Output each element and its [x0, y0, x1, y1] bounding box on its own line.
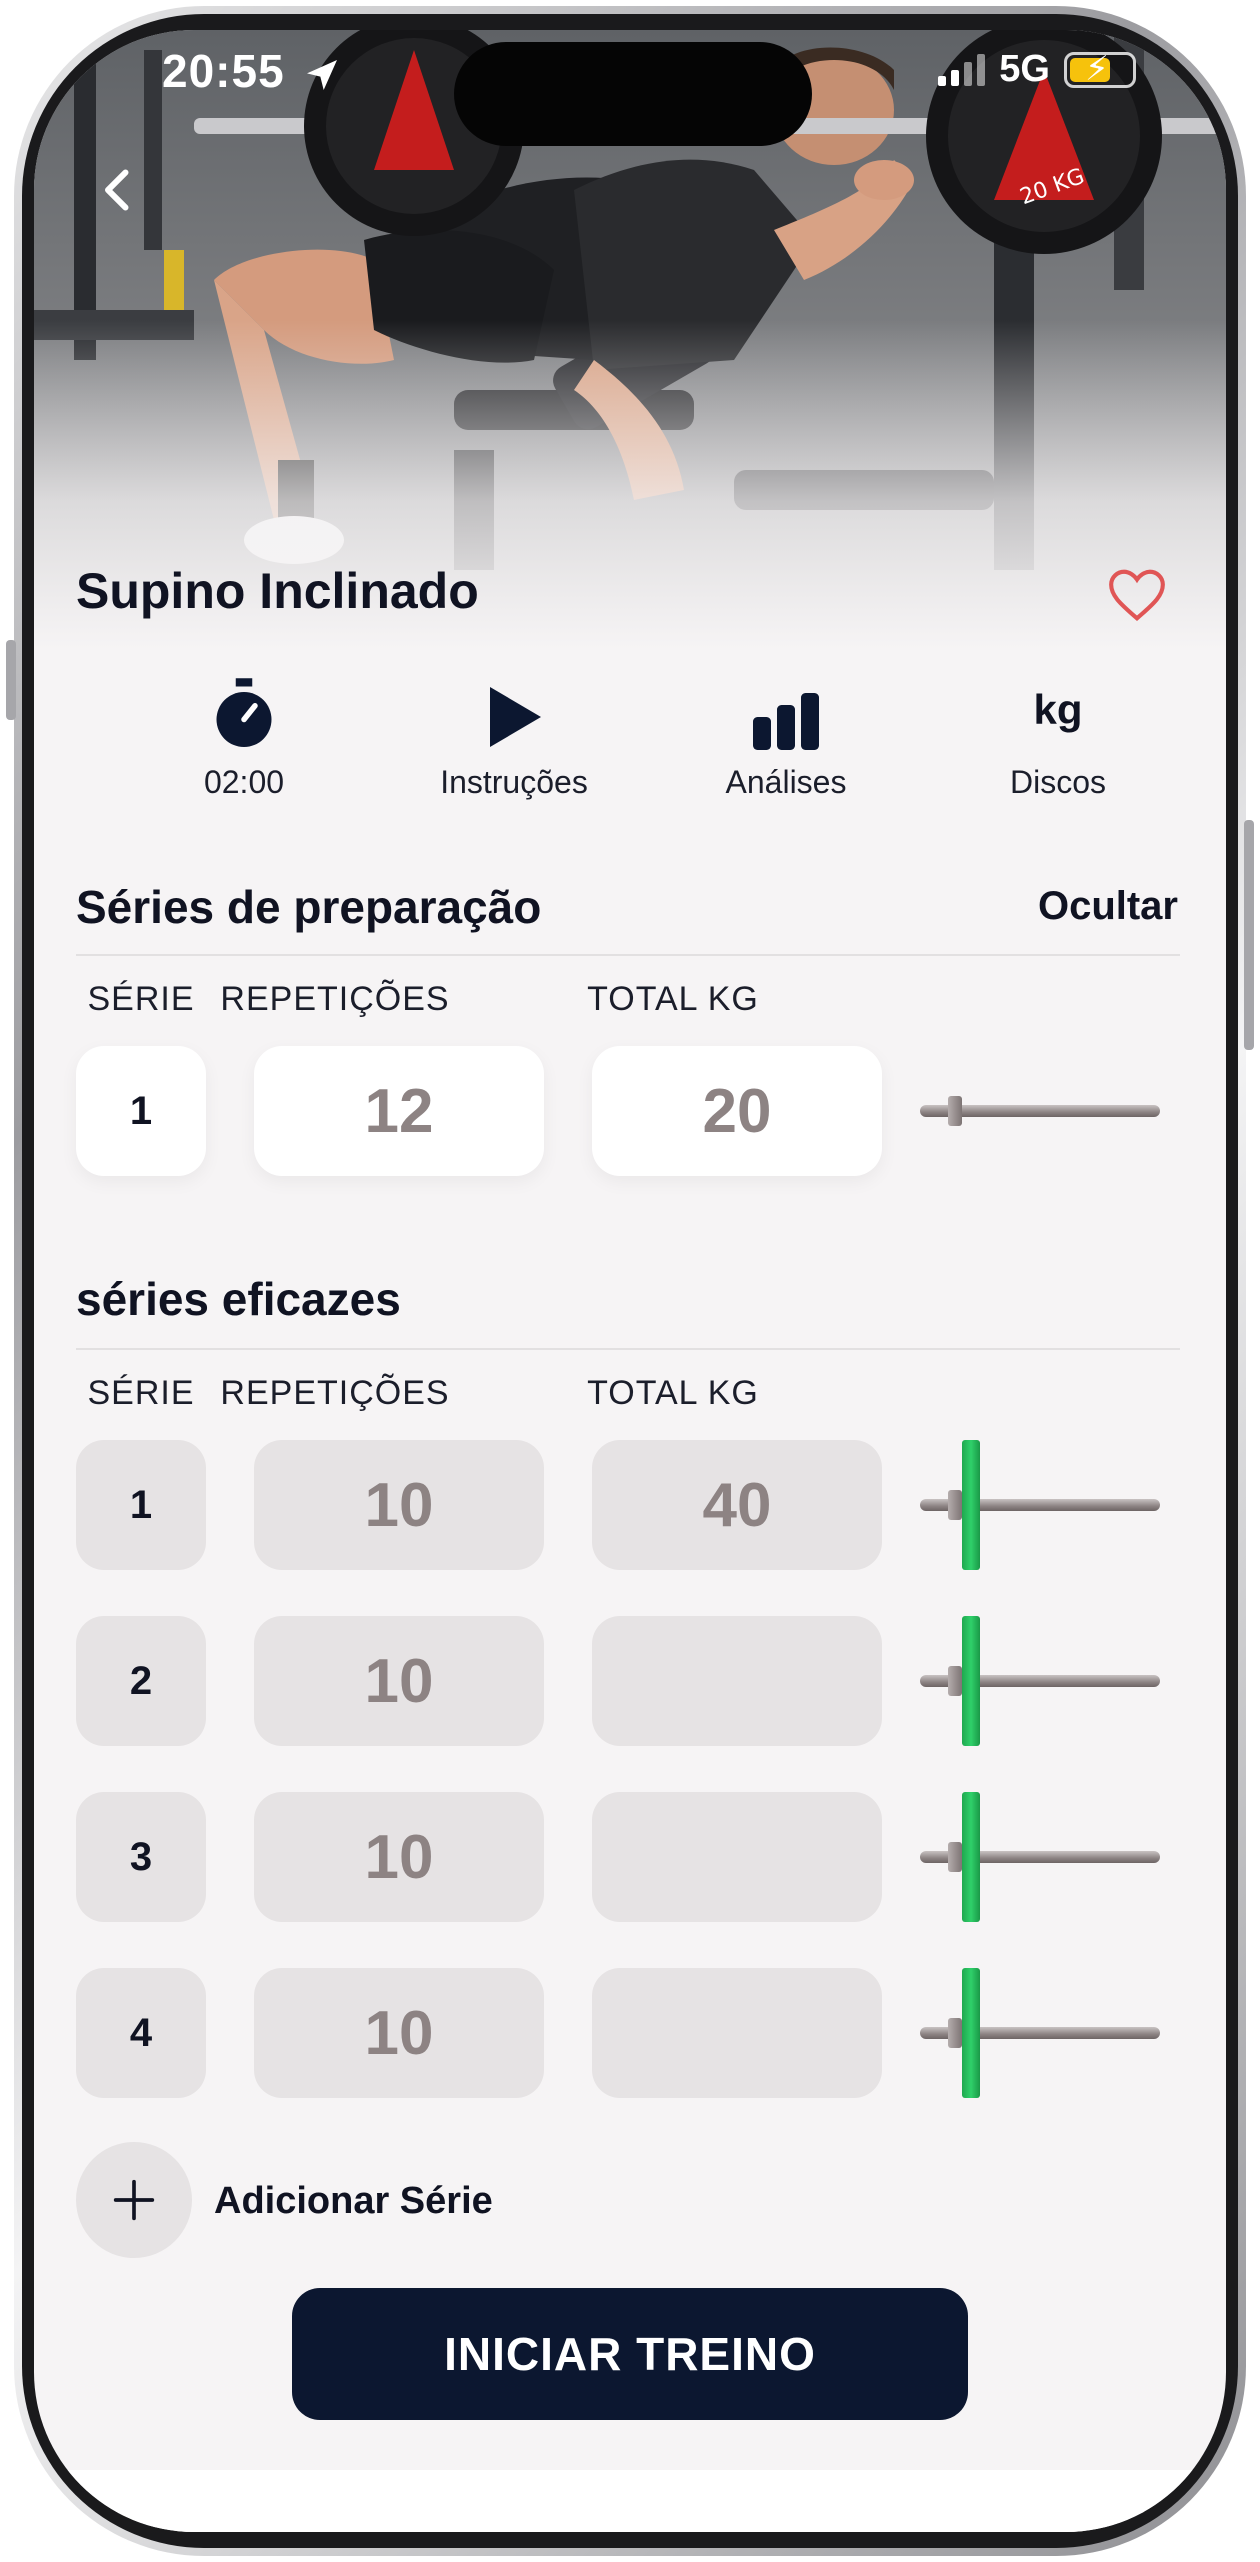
reps-field[interactable]: 10	[254, 1792, 544, 1922]
reps-field[interactable]: 10	[254, 1616, 544, 1746]
effective-divider	[76, 1348, 1180, 1350]
reps-field[interactable]: 10	[254, 1968, 544, 2098]
status-indicators: 5G ⚡	[938, 48, 1136, 91]
barbell-plate	[962, 1616, 980, 1746]
favorite-button[interactable]	[1106, 566, 1168, 624]
warmup-section-title: Séries de preparação	[76, 881, 542, 933]
rest-timer-button[interactable]: 02:00	[134, 670, 354, 801]
barbell-plate	[962, 1792, 980, 1922]
instructions-button[interactable]: Instruções	[404, 670, 624, 801]
app-screen: 20 KG 20:55 5G ⚡ Supino Inclinado 02:00 …	[34, 30, 1226, 2532]
plus-icon	[113, 2179, 155, 2221]
heart-icon	[1109, 569, 1165, 621]
barbell-collar	[948, 1096, 962, 1126]
side-button-right	[1244, 820, 1254, 1050]
plates-button[interactable]: kg Discos	[948, 670, 1168, 801]
barbell-collar	[948, 1666, 962, 1696]
play-icon	[490, 687, 541, 747]
instructions-label: Instruções	[440, 764, 588, 800]
add-set-label[interactable]: Adicionar Série	[214, 2180, 493, 2223]
chevron-left-icon	[105, 169, 129, 211]
warmup-barbell-preview	[920, 1046, 1160, 1176]
analytics-button[interactable]: Análises	[676, 670, 896, 801]
total-kg-field[interactable]	[592, 1616, 882, 1746]
set-number[interactable]: 4	[76, 1968, 206, 2098]
barbell-preview	[920, 1968, 1160, 2098]
barbell-preview	[920, 1440, 1160, 1570]
barbell-preview	[920, 1616, 1160, 1746]
warmup-divider	[76, 954, 1180, 956]
signal-icon	[938, 53, 986, 86]
rest-timer-label: 02:00	[203, 764, 285, 800]
bar-chart-icon	[753, 693, 819, 750]
side-button-left	[6, 640, 16, 720]
effective-section-title: séries eficazes	[76, 1273, 401, 1325]
kg-icon: kg	[1033, 686, 1083, 733]
dynamic-island	[454, 42, 812, 146]
barbell-collar	[948, 1490, 962, 1520]
col-header-set: SÉRIE	[87, 1374, 195, 1412]
home-indicator-area	[34, 2470, 1226, 2532]
network-label: 5G	[999, 48, 1050, 90]
start-workout-button[interactable]: INICIAR TREINO	[292, 2288, 968, 2420]
col-header-total: TOTAL KG	[587, 1374, 759, 1412]
col-header-reps: REPETIÇÕES	[220, 980, 450, 1018]
barbell-plate	[962, 1968, 980, 2098]
plates-label: Discos	[1009, 764, 1106, 800]
total-kg-field[interactable]: 40	[592, 1440, 882, 1570]
set-number[interactable]: 3	[76, 1792, 206, 1922]
back-button[interactable]	[88, 160, 148, 220]
status-time: 20:55	[162, 44, 342, 98]
location-arrow-icon	[307, 59, 338, 90]
set-number[interactable]: 1	[76, 1440, 206, 1570]
total-kg-field[interactable]	[592, 1792, 882, 1922]
hide-warmup-button[interactable]: Ocultar	[1038, 884, 1178, 929]
battery-icon: ⚡	[1064, 50, 1136, 88]
add-set-button[interactable]	[76, 2142, 192, 2258]
set-number[interactable]: 2	[76, 1616, 206, 1746]
analytics-label: Análises	[725, 764, 847, 800]
exercise-tools: 02:00 Instruções Análises kg Discos	[34, 670, 1226, 830]
col-header-set: SÉRIE	[87, 980, 195, 1018]
warmup-total-kg-field[interactable]: 20	[592, 1046, 882, 1176]
stopwatch-icon	[216, 678, 272, 747]
reps-field[interactable]: 10	[254, 1440, 544, 1570]
col-header-reps: REPETIÇÕES	[220, 1374, 450, 1412]
exercise-title: Supino Inclinado	[76, 563, 479, 619]
barbell-plate	[962, 1440, 980, 1570]
barbell-collar	[948, 2018, 962, 2048]
warmup-set-number[interactable]: 1	[76, 1046, 206, 1176]
barbell-collar	[948, 1842, 962, 1872]
barbell-preview	[920, 1792, 1160, 1922]
total-kg-field[interactable]	[592, 1968, 882, 2098]
warmup-reps-field[interactable]: 12	[254, 1046, 544, 1176]
col-header-total: TOTAL KG	[587, 980, 759, 1018]
